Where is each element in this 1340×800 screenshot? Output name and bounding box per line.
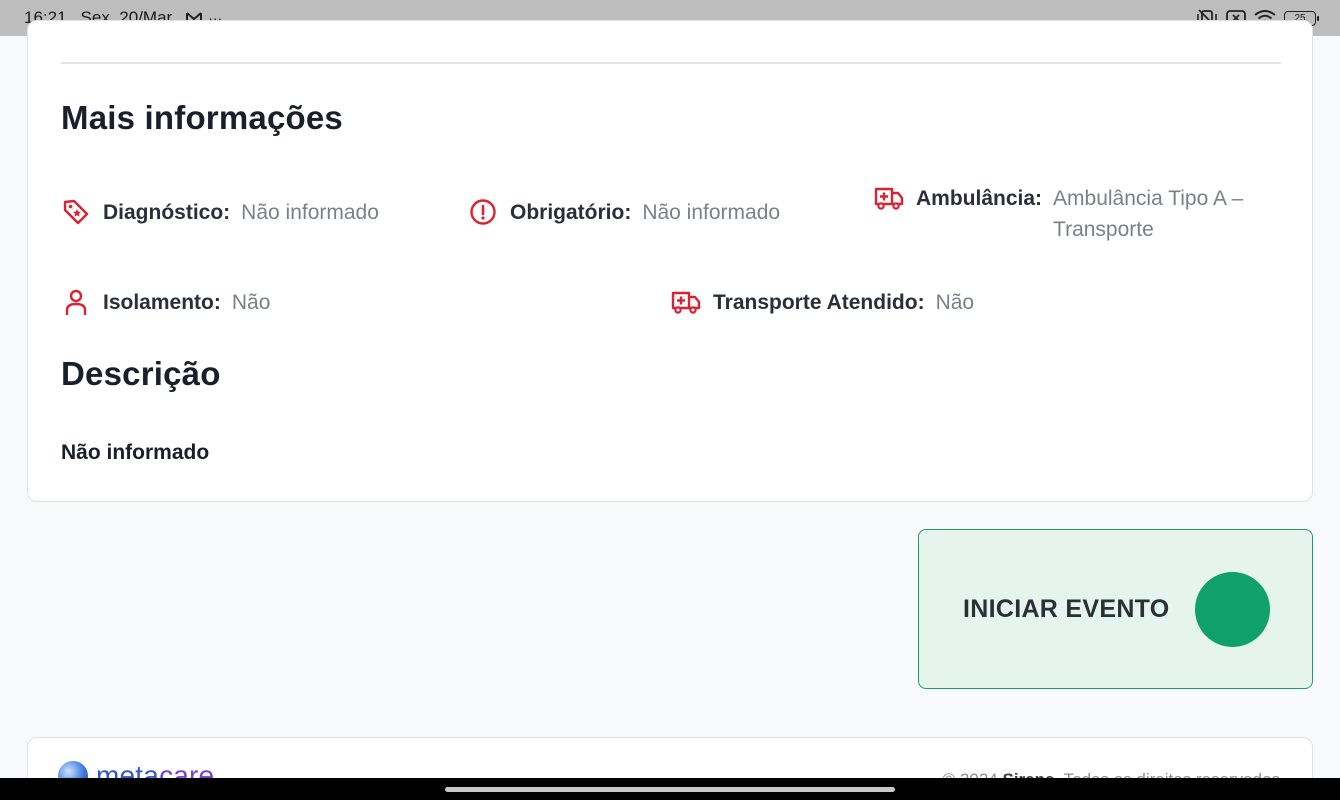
- info-obrigatorio: Obrigatório: Não informado: [468, 197, 780, 228]
- person-icon: [61, 287, 91, 317]
- ambulance-icon: [671, 287, 701, 317]
- ambulancia-value: Ambulância Tipo A – Transporte: [1053, 187, 1244, 241]
- info-transporte-atendido: Transporte Atendido: Não: [671, 287, 974, 318]
- description-title: Descrição: [61, 355, 221, 392]
- home-gesture-handle[interactable]: [445, 787, 895, 792]
- obrigatorio-label: Obrigatório:: [510, 201, 632, 224]
- diagnostico-label: Diagnóstico:: [103, 201, 231, 224]
- info-diagnostico: Diagnóstico: Não informado: [61, 197, 379, 228]
- alert-circle-icon: [468, 197, 498, 227]
- info-ambulancia: Ambulância: Ambulância Tipo A – Transpor…: [874, 183, 1283, 245]
- navigation-bar: [0, 778, 1340, 800]
- ambulance-icon: [874, 183, 904, 213]
- start-event-indicator[interactable]: [1195, 572, 1270, 647]
- transporte-atendido-value: Não: [935, 291, 975, 314]
- tag-star-icon: [61, 197, 91, 227]
- info-isolamento: Isolamento: Não: [61, 287, 270, 318]
- obrigatorio-value: Não informado: [642, 201, 781, 224]
- start-event-button[interactable]: INICIAR EVENTO: [918, 529, 1313, 689]
- diagnostico-value: Não informado: [241, 201, 379, 224]
- isolamento-value: Não: [231, 291, 271, 314]
- divider: [61, 62, 1281, 64]
- ambulancia-label: Ambulância:: [916, 187, 1043, 210]
- start-event-label: INICIAR EVENTO: [963, 594, 1170, 623]
- isolamento-label: Isolamento:: [103, 291, 221, 314]
- description-text: Não informado: [61, 441, 210, 464]
- transporte-atendido-label: Transporte Atendido:: [713, 291, 925, 314]
- details-card: Mais informações Diagnóstico: Não inform…: [27, 20, 1313, 502]
- more-info-title: Mais informações: [61, 99, 343, 136]
